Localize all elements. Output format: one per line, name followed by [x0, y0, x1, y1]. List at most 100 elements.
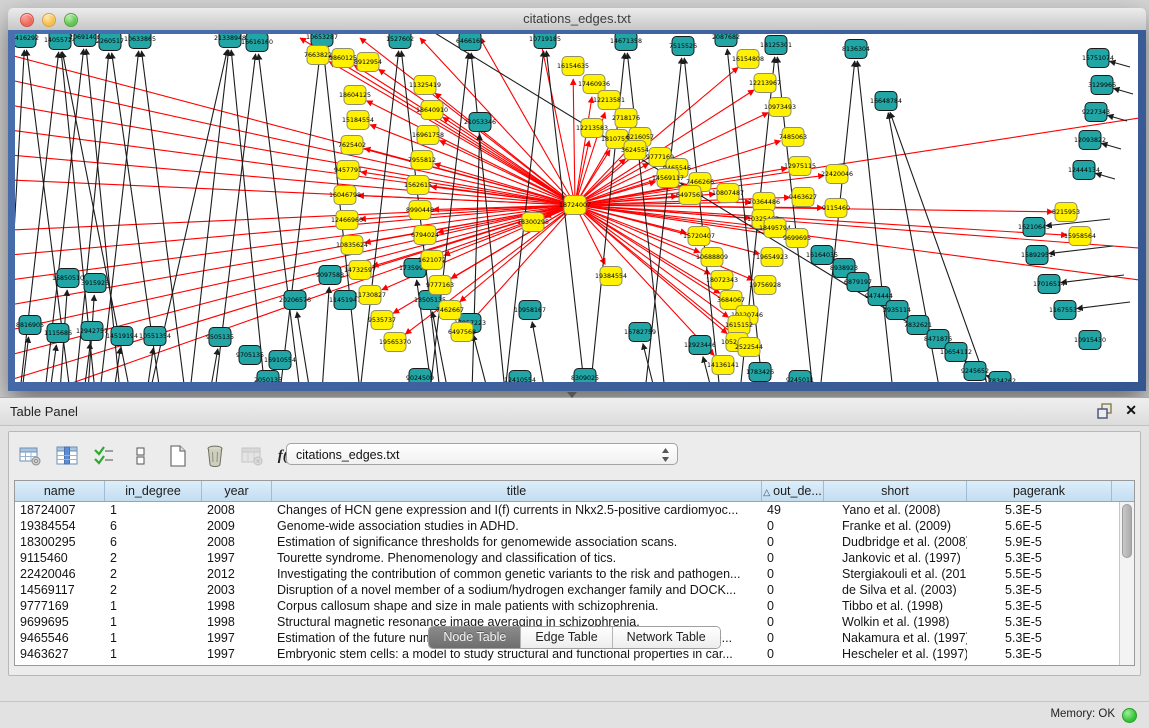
- graph-node[interactable]: 2087682: [712, 34, 740, 47]
- graph-node[interactable]: 2260517: [96, 34, 124, 51]
- graph-node[interactable]: 8309025: [571, 369, 599, 383]
- column-header-title[interactable]: title: [272, 481, 762, 501]
- tab-network-table[interactable]: Network Table: [613, 627, 720, 648]
- row-selection-icon[interactable]: [91, 443, 117, 469]
- table-row[interactable]: 1872400712008Changes of HCN gene express…: [15, 502, 1120, 518]
- column-header-short[interactable]: short: [824, 481, 967, 501]
- graph-node[interactable]: 2050135: [254, 371, 282, 383]
- graph-node[interactable]: 18604125: [339, 86, 371, 105]
- tab-node-table[interactable]: Node Table: [429, 627, 521, 648]
- column-visibility-icon[interactable]: [54, 443, 80, 469]
- memory-status-indicator[interactable]: [1122, 708, 1137, 723]
- table-row[interactable]: 911546021997Tourette syndrome. Phenomeno…: [15, 550, 1120, 566]
- table-row[interactable]: 1456911722003Disruption of a novel membe…: [15, 582, 1120, 598]
- graph-node[interactable]: 14671358: [610, 34, 642, 51]
- graph-node[interactable]: 16782759: [624, 323, 656, 342]
- graph-node[interactable]: 7515526: [669, 37, 697, 56]
- graph-node[interactable]: 3129966: [1088, 76, 1116, 95]
- table-source-select[interactable]: citations_edges.txt: [286, 443, 678, 465]
- graph-node[interactable]: 15892951: [1021, 246, 1053, 265]
- graph-node[interactable]: 18300295: [517, 213, 549, 232]
- graph-node[interactable]: 12213967: [749, 74, 781, 93]
- graph-node[interactable]: 9777163: [426, 276, 454, 295]
- graph-node[interactable]: 9705135: [236, 346, 264, 365]
- graph-node[interactable]: 8215953: [1052, 203, 1080, 222]
- graph-node[interactable]: 1115686: [44, 324, 72, 343]
- table-row[interactable]: 977716911998Corpus callosum shape and si…: [15, 598, 1120, 614]
- column-header-pagerank[interactable]: pagerank: [967, 481, 1112, 501]
- graph-node[interactable]: 9227343: [1082, 103, 1110, 122]
- new-table-icon[interactable]: [165, 443, 191, 469]
- graph-node[interactable]: 11675533: [1049, 301, 1081, 320]
- graph-node[interactable]: 20206576: [279, 291, 311, 310]
- tab-edge-table[interactable]: Edge Table: [521, 627, 612, 648]
- graph-node[interactable]: 10654112: [940, 343, 972, 362]
- graph-node[interactable]: 18125301: [760, 36, 792, 55]
- graph-node[interactable]: 14569117: [652, 169, 684, 188]
- graph-node[interactable]: 18640910: [416, 101, 448, 120]
- graph-node[interactable]: 3624554: [621, 141, 649, 160]
- table-row[interactable]: 1938455462009Genome-wide association stu…: [15, 518, 1120, 534]
- graph-node[interactable]: 8136304: [842, 40, 870, 59]
- graph-node[interactable]: 9245011: [786, 371, 814, 383]
- graph-node[interactable]: 10719185: [529, 34, 561, 49]
- graph-node[interactable]: 1562615: [404, 176, 432, 195]
- graph-node[interactable]: 1615152: [725, 316, 753, 335]
- graph-node[interactable]: 7462667: [436, 301, 464, 320]
- graph-node[interactable]: 16154808: [732, 50, 764, 69]
- graph-node[interactable]: 8816905: [16, 316, 44, 335]
- graph-node[interactable]: 18724007: [559, 196, 591, 215]
- graph-node[interactable]: 19654923: [756, 248, 788, 267]
- graph-node[interactable]: 16616160: [241, 34, 273, 52]
- graph-node[interactable]: 9505135: [206, 328, 234, 347]
- graph-node[interactable]: 16910554: [264, 351, 296, 370]
- graph-node[interactable]: 2522544: [735, 338, 763, 357]
- graph-node[interactable]: 16961758: [412, 126, 444, 145]
- table-row[interactable]: 2242004622012Investigating the contribut…: [15, 566, 1120, 582]
- graph-node[interactable]: 12466960: [331, 211, 363, 230]
- graph-node[interactable]: 9416292: [15, 34, 39, 48]
- graph-node[interactable]: 6794024: [411, 226, 439, 245]
- graph-node[interactable]: 12093822: [1074, 131, 1106, 150]
- table-settings-icon[interactable]: [17, 443, 43, 469]
- graph-node[interactable]: 12410554: [504, 371, 536, 383]
- column-header-year[interactable]: year: [202, 481, 272, 501]
- graph-node[interactable]: 9535737: [368, 311, 396, 330]
- network-canvas[interactable]: 9416292140557242069140622605171063386521…: [15, 34, 1138, 382]
- graph-node[interactable]: 9115460: [822, 199, 850, 218]
- graph-node[interactable]: 14732597: [344, 261, 376, 280]
- table-header-row[interactable]: namein_degreeyeartitle△out_de...shortpag…: [15, 481, 1134, 502]
- graph-node[interactable]: 9097588: [316, 266, 344, 285]
- graph-node[interactable]: 10835624: [336, 236, 368, 255]
- graph-node[interactable]: 10807487: [712, 184, 744, 203]
- graph-node[interactable]: 18072343: [706, 271, 738, 290]
- table-row[interactable]: 1830029562008Estimation of significance …: [15, 534, 1120, 550]
- graph-node[interactable]: 9860125: [329, 49, 357, 68]
- graph-node[interactable]: 7625402: [338, 136, 366, 155]
- delete-table-icon[interactable]: [202, 443, 228, 469]
- graph-node[interactable]: 15958564: [1064, 227, 1096, 246]
- graph-node[interactable]: 7663822: [304, 46, 332, 65]
- graph-node[interactable]: 6879197: [844, 273, 872, 292]
- graph-node[interactable]: 19384554: [595, 267, 627, 286]
- graph-node[interactable]: 16648784: [870, 92, 902, 111]
- graph-node[interactable]: 19756928: [749, 276, 781, 295]
- graph-node[interactable]: 2935114: [883, 301, 911, 320]
- graph-node[interactable]: 16850510: [52, 269, 84, 288]
- graph-node[interactable]: 14136141: [707, 356, 739, 375]
- graph-node[interactable]: 7485063: [779, 128, 807, 147]
- graph-node[interactable]: 11325419: [409, 76, 441, 95]
- graph-node[interactable]: 12975115: [784, 157, 816, 176]
- column-header-in_degree[interactable]: in_degree: [105, 481, 202, 501]
- import-table-icon[interactable]: [239, 443, 265, 469]
- graph-node[interactable]: 10551354: [139, 327, 171, 346]
- graph-node[interactable]: 11730827: [354, 286, 386, 305]
- graph-node[interactable]: 9457791: [334, 161, 362, 180]
- graph-node[interactable]: 12444134: [1068, 161, 1100, 180]
- graph-node[interactable]: 16046798: [329, 186, 361, 205]
- graph-node[interactable]: 9463627: [789, 188, 817, 207]
- graph-node[interactable]: 1783426: [746, 363, 774, 382]
- graph-node[interactable]: 16210643: [1018, 218, 1050, 237]
- network-view-window[interactable]: citations_edges.txt 94162921405572420691…: [8, 8, 1146, 391]
- graph-node[interactable]: 12923446: [684, 336, 716, 355]
